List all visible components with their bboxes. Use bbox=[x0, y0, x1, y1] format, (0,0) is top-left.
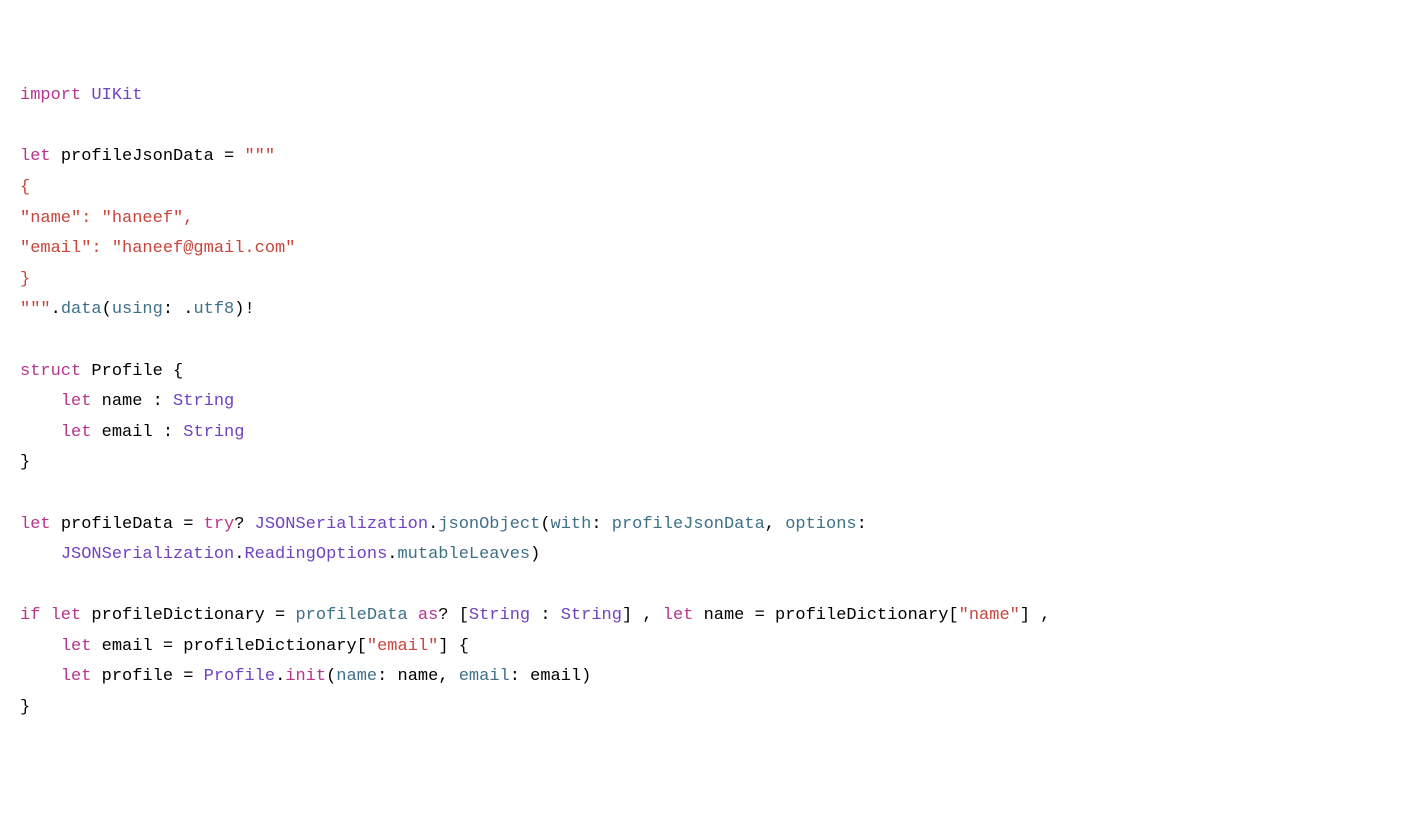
code-line-15: let profileData = try? JSONSerialization… bbox=[20, 515, 867, 534]
var-profileDictionary: profileDictionary bbox=[91, 606, 264, 625]
var-name: name bbox=[704, 606, 745, 625]
keyword-import: import bbox=[20, 86, 81, 105]
ref-profileJsonData: profileJsonData bbox=[612, 515, 765, 534]
keyword-let: let bbox=[663, 606, 694, 625]
string-line: "email": "haneef@gmail.com" bbox=[20, 239, 295, 258]
code-line-10: struct Profile { bbox=[20, 362, 183, 381]
type-string: String bbox=[183, 423, 244, 442]
keyword-let: let bbox=[20, 515, 51, 534]
enum-mutableLeaves: mutableLeaves bbox=[397, 545, 530, 564]
var-profile: profile bbox=[102, 667, 173, 686]
type-uikit: UIKit bbox=[91, 86, 142, 105]
code-line-19: let email = profileDictionary["email"] { bbox=[20, 637, 469, 656]
string-line: } bbox=[20, 270, 30, 289]
keyword-let: let bbox=[61, 637, 92, 656]
code-line-20: let profile = Profile.init(name: name, e… bbox=[20, 667, 591, 686]
param-email: email bbox=[459, 667, 510, 686]
string-open: """ bbox=[244, 147, 275, 166]
type-string: String bbox=[469, 606, 530, 625]
prop-name: name bbox=[102, 392, 143, 411]
code-line-11: let name : String bbox=[20, 392, 234, 411]
param-using: using bbox=[112, 300, 163, 319]
keyword-let: let bbox=[20, 147, 51, 166]
string-close: """ bbox=[20, 300, 51, 319]
type-readingoptions: ReadingOptions bbox=[244, 545, 387, 564]
param-with: with bbox=[551, 515, 592, 534]
keyword-let: let bbox=[51, 606, 82, 625]
type-string: String bbox=[561, 606, 622, 625]
ref-profileData: profileData bbox=[295, 606, 407, 625]
string-line: "name": "haneef", bbox=[20, 209, 193, 228]
code-line-8: """.data(using: .utf8)! bbox=[20, 300, 255, 319]
keyword-as: as bbox=[418, 606, 438, 625]
code-line-16: JSONSerialization.ReadingOptions.mutable… bbox=[20, 545, 540, 564]
keyword-init: init bbox=[285, 667, 326, 686]
param-options: options bbox=[785, 515, 856, 534]
type-string: String bbox=[173, 392, 234, 411]
code-line-18: if let profileDictionary = profileData a… bbox=[20, 606, 1050, 625]
code-line-1: import UIKit bbox=[20, 86, 142, 105]
string-email-key: "email" bbox=[367, 637, 438, 656]
var-profileJsonData: profileJsonData bbox=[61, 147, 214, 166]
keyword-struct: struct bbox=[20, 362, 81, 381]
code-line-3: let profileJsonData = """ bbox=[20, 147, 275, 166]
keyword-let: let bbox=[61, 392, 92, 411]
enum-utf8: utf8 bbox=[193, 300, 234, 319]
type-jsonserialization: JSONSerialization bbox=[255, 515, 428, 534]
code-line-21: } bbox=[20, 698, 30, 717]
keyword-let: let bbox=[61, 667, 92, 686]
keyword-try: try bbox=[204, 515, 235, 534]
var-profileData: profileData bbox=[61, 515, 173, 534]
code-line-13: } bbox=[20, 453, 30, 472]
string-name-key: "name" bbox=[959, 606, 1020, 625]
type-profile: Profile bbox=[204, 667, 275, 686]
fn-data: data bbox=[61, 300, 102, 319]
code-line-12: let email : String bbox=[20, 423, 244, 442]
keyword-let: let bbox=[61, 423, 92, 442]
var-email: email bbox=[102, 637, 153, 656]
param-name: name bbox=[336, 667, 377, 686]
type-jsonserialization: JSONSerialization bbox=[61, 545, 234, 564]
string-line: { bbox=[20, 178, 30, 197]
keyword-if: if bbox=[20, 606, 40, 625]
code-block: import UIKit let profileJsonData = """ {… bbox=[20, 81, 1394, 723]
prop-email: email bbox=[102, 423, 153, 442]
fn-jsonObject: jsonObject bbox=[438, 515, 540, 534]
type-profile-decl: Profile bbox=[91, 362, 162, 381]
